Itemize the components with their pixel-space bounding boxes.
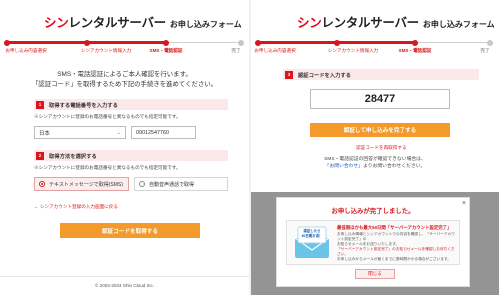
help-text: SMS・電話認証の回答が確認できない場合は、 「お問い合わせ」よりお問い合わせく…: [324, 157, 426, 169]
step-dot: [412, 40, 418, 46]
step-dot: [4, 40, 10, 46]
step-label: シンアカウント情報入力: [327, 48, 379, 53]
get-code-button[interactable]: 認証コードを取得する: [60, 223, 200, 238]
progress-steps: お申し込み内容選択 シンアカウント情報入力 SMS・電話認証 完了: [0, 40, 249, 56]
envelope-illustration: 認証したら 60日間お得！: [293, 226, 331, 260]
copyright: © 2003-2024 Shin Cloud Inc.: [0, 276, 249, 288]
modal-heading: 最低限ほかも最大60日間「サーバーアカウント設定完了」: [337, 225, 452, 230]
brand-logo: シンレンタルサーバー お申し込みフォーム: [297, 16, 495, 30]
resend-code-link[interactable]: 認証コードを再取得する: [356, 145, 407, 151]
step-label: 完了: [231, 48, 241, 53]
step-dot: [255, 40, 261, 46]
phone-number-input[interactable]: 09012547760: [131, 126, 196, 139]
sms-auth-request-page: シンレンタルサーバー お申し込みフォーム お申し込み内容選択 シンアカウント情報入…: [0, 0, 249, 295]
back-link[interactable]: ← シンアカウント登録の入力画面に戻る: [34, 204, 118, 210]
method-note: ※シンアカウントに登録のお電話番号と異なるものでも指定可能です。: [34, 165, 181, 170]
verify-complete-button[interactable]: 認証して申し込みを完了する: [310, 123, 450, 137]
step-dot: [487, 40, 493, 46]
auth-code-input[interactable]: 28477: [310, 89, 450, 109]
step-dot: [238, 40, 244, 46]
radio-sms[interactable]: テキストメッセージで取得(SMS): [34, 177, 129, 191]
completion-modal: × お申し込みが完了しました。 認証したら 60日間お得！ 最低限ほかも最大60…: [276, 197, 470, 287]
modal-info-card: 認証したら 60日間お得！ 最低限ほかも最大60日間「サーバーアカウント設定完了…: [286, 220, 460, 265]
step-dot: [84, 40, 90, 46]
step-label: 完了: [480, 48, 490, 53]
section-code-header: 3 認証コードを入力する: [283, 69, 479, 80]
phone-note: ※シンアカウントに登録のお電話番号と異なるものでも指定可能です。: [34, 114, 181, 119]
modal-title: お申し込みが完了しました。: [331, 208, 415, 215]
section-phone-header: 1 取得する電話番号を入力する: [34, 99, 228, 110]
step-label: お申し込み内容選択: [254, 48, 296, 53]
brand-logo: シンレンタルサーバー お申し込みフォーム: [44, 16, 242, 30]
step-dot: [334, 40, 340, 46]
country-select[interactable]: 日本 ⌄: [34, 126, 126, 139]
section-method-header: 2 取得方法を選択する: [34, 150, 228, 161]
modal-close-button[interactable]: 閉じる: [355, 269, 395, 279]
contact-link[interactable]: 「お問い合わせ」: [325, 164, 363, 169]
radio-unselected-icon: [139, 181, 145, 187]
step-label: SMS・電話認証: [398, 48, 432, 53]
step-label: お申し込み内容選択: [5, 48, 47, 53]
step-label: シンアカウント情報入力: [80, 48, 132, 53]
intro-text: SMS・電話認証によるご本人確認を行います。 「認証コード」を取得するため下記の…: [31, 71, 218, 88]
radio-selected-icon: [39, 181, 45, 187]
radio-voice-call[interactable]: 自動音声通話で取得: [134, 177, 228, 191]
chevron-down-icon: ⌄: [116, 130, 121, 136]
step-dot: [163, 40, 169, 46]
step-label: SMS・電話認証: [149, 48, 183, 53]
sms-auth-verify-page: シンレンタルサーバー お申し込みフォーム お申し込み内容選択 シンアカウント情報入…: [251, 0, 499, 295]
progress-steps: お申し込み内容選択 シンアカウント情報入力 SMS・電話認証 完了: [251, 40, 499, 56]
modal-body: お申し込み情報とシンアカウントでの内容を確認し、「サーバーアカウント設定完了」の…: [337, 232, 455, 261]
